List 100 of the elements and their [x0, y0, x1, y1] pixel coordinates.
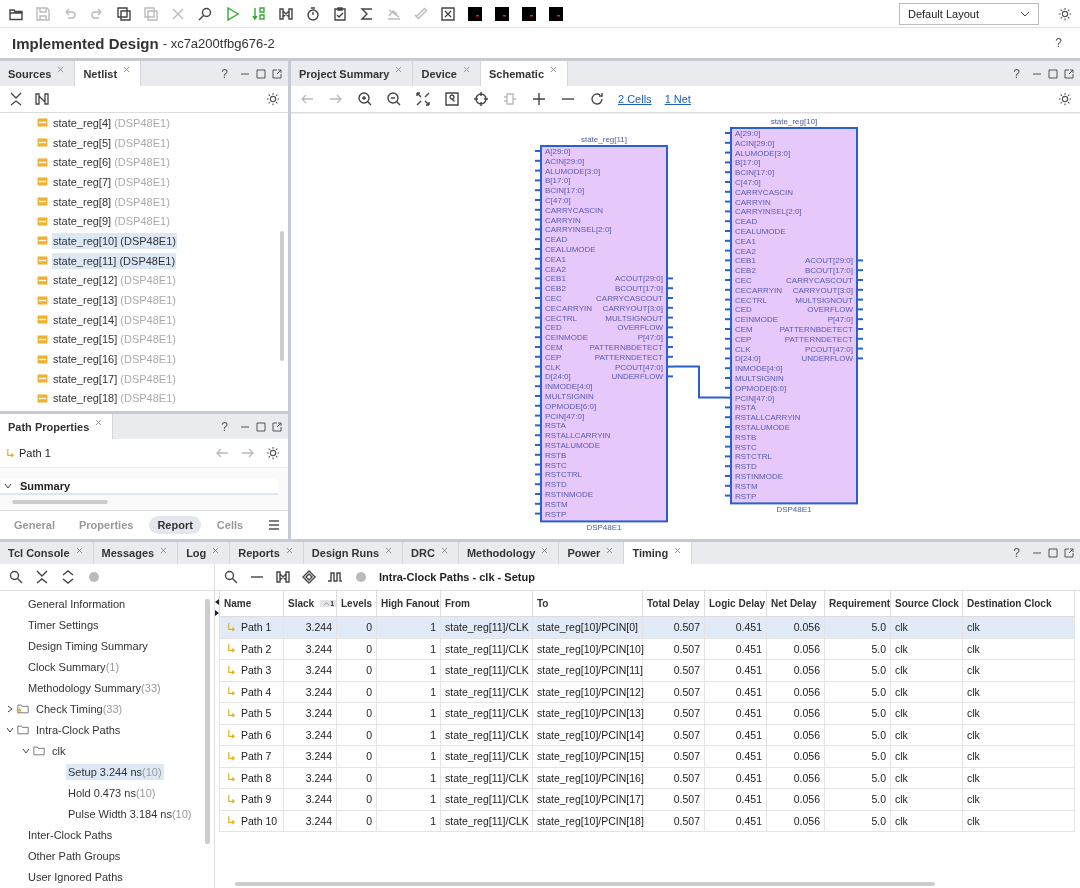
table-row[interactable]: Path 1 3.244 0 1 state_reg[11]/CLK state_reg[10]/PCIN[0] 0.507 0.451 0.056 5.0 clk clk — [219, 616, 1075, 638]
copy-icon[interactable] — [116, 5, 132, 22]
help-icon[interactable]: ? — [221, 419, 228, 434]
table-row[interactable]: Path 10 3.244 0 1 state_reg[11]/CLK state_reg[10]/PCIN[18] 0.507 0.451 0.056 5.0 clk clk — [219, 810, 1075, 832]
dsp-cell[interactable] — [730, 127, 858, 505]
settings-icon[interactable] — [266, 92, 280, 106]
splitter-arrows-icon[interactable] — [214, 598, 220, 618]
table-row[interactable]: Path 8 3.244 0 1 state_reg[11]/CLK state_reg[10]/PCIN[16] 0.507 0.451 0.056 5.0 clk clk — [219, 767, 1075, 789]
zoom-area-icon[interactable] — [444, 91, 460, 107]
maximize-icon[interactable] — [256, 421, 266, 432]
tree-item[interactable]: General Information — [26, 595, 128, 612]
plus-icon[interactable] — [531, 91, 547, 107]
column-header[interactable]: Net Delay — [766, 591, 825, 617]
fit-icon[interactable] — [415, 91, 431, 107]
collapse-icon[interactable] — [34, 569, 50, 585]
netlist-item[interactable]: state_reg[8] (DSP48E1) — [52, 193, 171, 210]
close-icon[interactable] — [385, 547, 393, 554]
tree-item[interactable]: Clock Summary(1) — [26, 658, 122, 675]
caret-icon[interactable] — [6, 725, 14, 734]
netlist-item[interactable]: state_reg[5] (DSP48E1) — [52, 134, 171, 151]
search-icon[interactable] — [223, 569, 239, 585]
menu-icon[interactable] — [268, 519, 280, 531]
close-icon[interactable] — [285, 547, 293, 554]
tree-item[interactable]: Setup 3.244 ns(10) — [66, 763, 164, 780]
cell-icon[interactable] — [502, 91, 518, 107]
zoom-out-icon[interactable] — [386, 91, 402, 107]
table-row[interactable]: Path 6 3.244 0 1 state_reg[11]/CLK state_reg[10]/PCIN[14] 0.507 0.451 0.056 5.0 clk clk — [219, 724, 1075, 746]
netlist-item[interactable]: state_reg[10] (DSP48E1) — [52, 232, 177, 249]
scrollbar[interactable] — [280, 231, 284, 361]
panel-tab[interactable]: Report — [149, 516, 201, 534]
schematic-icon[interactable] — [278, 5, 294, 22]
tree-item[interactable]: Hold 0.473 ns(10) — [66, 784, 158, 801]
tree-item[interactable]: Pulse Width 3.184 ns(10) — [66, 805, 194, 822]
panel-tab[interactable]: Tcl Console — [0, 542, 94, 564]
link[interactable]: 2 Cells — [618, 93, 652, 105]
column-header[interactable]: To — [532, 591, 643, 617]
waveform-icon[interactable] — [327, 569, 343, 585]
table-row[interactable]: Path 7 3.244 0 1 state_reg[11]/CLK state_reg[10]/PCIN[15] 0.507 0.451 0.056 5.0 clk clk — [219, 745, 1075, 767]
collapse-icon[interactable] — [8, 91, 24, 107]
tree-item[interactable]: Other Path Groups — [26, 847, 123, 864]
netlist-item[interactable]: state_reg[7] (DSP48E1) — [52, 173, 171, 190]
layout-dropdown[interactable]: Default Layout — [899, 2, 1039, 25]
close-icon[interactable] — [550, 66, 557, 73]
tile-icon[interactable] — [494, 5, 510, 22]
schematic-icon[interactable] — [34, 91, 50, 107]
column-header[interactable]: Total Delay — [642, 591, 705, 617]
close-icon[interactable] — [160, 547, 168, 554]
window-close-icon[interactable] — [440, 5, 456, 22]
panel-tab[interactable]: Device — [413, 61, 481, 86]
help-icon[interactable]: ? — [1013, 66, 1020, 81]
tree-item[interactable]: clk — [50, 742, 68, 759]
search-icon[interactable] — [197, 5, 213, 22]
maximize-icon[interactable] — [1048, 68, 1058, 79]
panel-tab[interactable]: DRC — [403, 542, 459, 564]
close-icon[interactable] — [541, 547, 549, 554]
tree-item[interactable]: Inter-Clock Paths — [26, 826, 115, 843]
netlist-item[interactable]: state_reg[12] (DSP48E1) — [52, 272, 177, 289]
sigma-icon[interactable] — [359, 5, 375, 22]
scrollbar[interactable] — [12, 500, 108, 504]
maximize-icon[interactable] — [256, 68, 266, 79]
settings-icon[interactable] — [1058, 6, 1072, 21]
caret-icon[interactable] — [6, 704, 14, 713]
section-header[interactable]: Summary — [0, 478, 278, 495]
panel-tab[interactable]: Design Runs — [303, 542, 404, 564]
crosshair-icon[interactable] — [473, 91, 489, 107]
settings-icon[interactable] — [1058, 92, 1072, 106]
close-icon[interactable] — [57, 66, 65, 73]
close-icon[interactable] — [674, 547, 682, 554]
panel-tab[interactable]: Project Summary — [291, 61, 414, 86]
sort-icon[interactable] — [251, 5, 267, 22]
close-icon[interactable] — [462, 66, 470, 73]
expand-icon[interactable] — [60, 569, 76, 585]
table-row[interactable]: Path 9 3.244 0 1 state_reg[11]/CLK state_reg[10]/PCIN[17] 0.507 0.451 0.056 5.0 clk clk — [219, 788, 1075, 810]
help-icon[interactable]: ? — [1055, 36, 1062, 50]
netlist-item[interactable]: state_reg[11] (DSP48E1) — [52, 252, 177, 269]
panel-tab[interactable]: Netlist — [75, 61, 142, 86]
help-icon[interactable]: ? — [221, 66, 228, 81]
float-icon[interactable] — [1064, 68, 1074, 79]
panel-tab[interactable]: Log — [178, 542, 231, 564]
caret-icon[interactable] — [22, 746, 30, 755]
panel-tab[interactable]: Timing — [624, 542, 693, 564]
close-icon[interactable] — [606, 547, 614, 554]
play-icon[interactable] — [224, 5, 240, 22]
table-row[interactable]: Path 5 3.244 0 1 state_reg[11]/CLK state_reg[10]/PCIN[13] 0.507 0.451 0.056 5.0 clk clk — [219, 702, 1075, 724]
netlist-item[interactable]: state_reg[9] (DSP48E1) — [52, 213, 171, 230]
netlist-item[interactable]: state_reg[13] (DSP48E1) — [52, 292, 177, 309]
close-icon[interactable] — [395, 66, 403, 73]
column-header[interactable]: Logic Delay — [704, 591, 767, 617]
close-icon[interactable] — [440, 547, 448, 554]
tree-item[interactable]: Check Timing(33) — [34, 700, 125, 717]
netlist-item[interactable]: state_reg[4] (DSP48E1) — [52, 114, 171, 131]
clipboard-icon[interactable] — [332, 5, 348, 22]
help-icon[interactable]: ? — [1013, 546, 1020, 560]
netlist-item[interactable]: state_reg[17] (DSP48E1) — [52, 370, 177, 387]
column-header[interactable]: Source Clock — [890, 591, 963, 617]
table-row[interactable]: Path 4 3.244 0 1 state_reg[11]/CLK state_reg[10]/PCIN[12] 0.507 0.451 0.056 5.0 clk clk — [219, 681, 1075, 703]
tree-item[interactable]: Design Timing Summary — [26, 637, 150, 654]
netlist-item[interactable]: state_reg[6] (DSP48E1) — [52, 154, 171, 171]
maximize-icon[interactable] — [1048, 548, 1058, 558]
close-icon[interactable] — [123, 66, 131, 73]
